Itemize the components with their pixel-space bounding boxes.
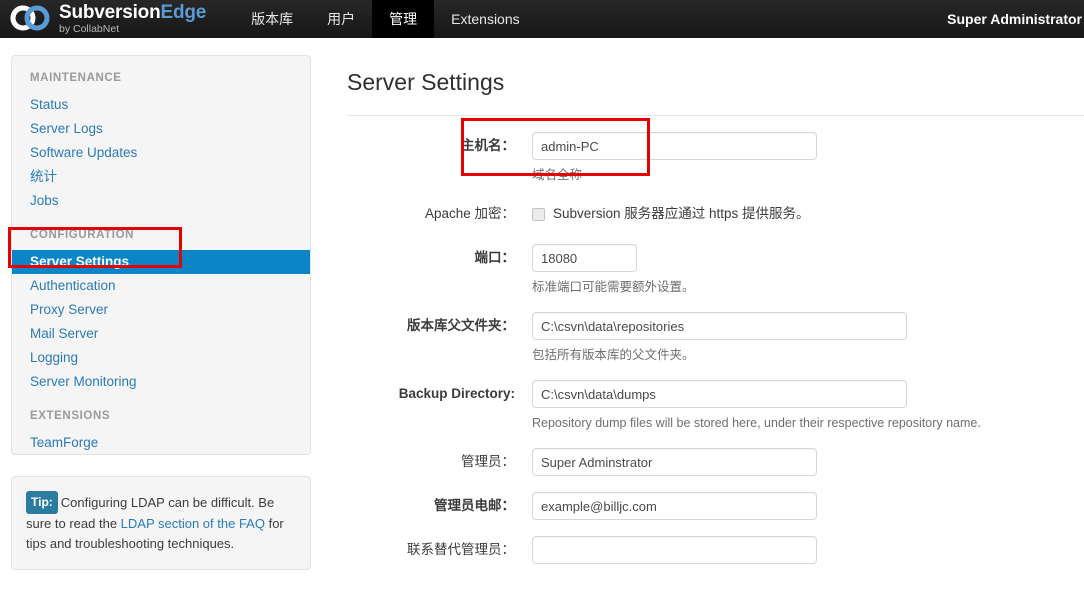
sidebar-item-server-monitoring[interactable]: Server Monitoring <box>12 370 310 394</box>
administrator-input[interactable] <box>532 448 817 476</box>
form-row-hostname: 主机名： 域名全称 <box>347 132 1084 184</box>
brand-text: SubversionEdge by CollabNet <box>59 3 206 35</box>
help-repository-parent: 包括所有版本库的父文件夹。 <box>532 348 695 362</box>
port-input[interactable] <box>532 244 637 272</box>
apache-encryption-checkbox-label: Subversion 服务器应通过 https 提供服务。 <box>553 206 810 221</box>
sidebar-group-maintenance: MAINTENANCE Status Server Logs Software … <box>12 72 310 213</box>
collabnet-rings-logo-icon <box>10 5 50 31</box>
label-administrator: 管理员： <box>461 454 515 469</box>
field-admin-email <box>532 492 1084 520</box>
form-row-port: 端口： 标准端口可能需要额外设置。 <box>347 244 1084 296</box>
sidebar-item-teamforge[interactable]: TeamForge <box>12 431 310 455</box>
label-backup-directory: Backup Directory: <box>398 386 515 401</box>
top-navigation-bar: SubversionEdge by CollabNet 版本库 用户 管理 Ex… <box>0 0 1084 38</box>
field-hostname: 域名全称 <box>532 132 1084 184</box>
sidebar-item-server-logs[interactable]: Server Logs <box>12 117 310 141</box>
alternate-administrator-input[interactable] <box>532 536 817 564</box>
label-admin-email: 管理员电邮： <box>434 498 515 513</box>
sidebar-group-extensions: EXTENSIONS TeamForge <box>12 410 310 455</box>
tip-badge: Tip: <box>26 491 58 514</box>
brand-tagline: by CollabNet <box>59 23 120 36</box>
brand-title: SubversionEdge <box>59 3 206 22</box>
apache-encryption-checkbox[interactable] <box>532 207 545 221</box>
brand-word-edge: Edge <box>160 2 207 24</box>
form-row-alternate-administrator: 联系替代管理员： <box>347 536 1084 564</box>
sidebar-item-mail-server[interactable]: Mail Server <box>12 322 310 346</box>
help-backup-directory: Repository dump files will be stored her… <box>532 416 981 430</box>
page-title: Server Settings <box>347 69 505 95</box>
top-nav-items: 版本库 用户 管理 Extensions <box>234 0 536 38</box>
backup-directory-input[interactable] <box>532 380 907 408</box>
field-apache-encryption: Subversion 服务器应通过 https 提供服务。 <box>532 200 1084 228</box>
field-repository-parent: 包括所有版本库的父文件夹。 <box>532 312 1084 364</box>
sidebar-item-authentication[interactable]: Authentication <box>12 274 310 298</box>
help-hostname: 域名全称 <box>532 168 583 182</box>
form-row-admin-email: 管理员电邮： <box>347 492 1084 520</box>
current-user-label[interactable]: Super Administrator <box>947 11 1084 27</box>
sidebar-item-server-settings[interactable]: Server Settings <box>12 250 310 274</box>
sidebar: MAINTENANCE Status Server Logs Software … <box>11 55 311 570</box>
tip-panel: Tip: Configuring LDAP can be difficult. B… <box>11 476 311 570</box>
sidebar-item-jobs[interactable]: Jobs <box>12 189 310 213</box>
label-apache-encryption: Apache 加密： <box>424 206 515 221</box>
title-divider <box>347 115 1084 116</box>
server-settings-form: 主机名： 域名全称 Apache 加密： Subversion 服务器应通过 h… <box>347 132 1084 564</box>
top-nav-extensions[interactable]: Extensions <box>434 0 536 38</box>
help-port: 标准端口可能需要额外设置。 <box>532 280 695 294</box>
main-content: Server Settings 主机名： 域名全称 Apache 加密： Sub… <box>347 55 1084 564</box>
label-port: 端口： <box>474 250 516 265</box>
field-port: 标准端口可能需要额外设置。 <box>532 244 1084 296</box>
brand-logo-area[interactable]: SubversionEdge by CollabNet <box>0 0 220 38</box>
admin-email-input[interactable] <box>532 492 817 520</box>
form-row-administrator: 管理员： <box>347 448 1084 476</box>
sidebar-group-title-configuration: CONFIGURATION <box>30 229 135 241</box>
sidebar-group-configuration: CONFIGURATION Server Settings Authentica… <box>12 229 310 394</box>
label-repository-parent: 版本库父文件夹： <box>407 318 515 333</box>
sidebar-item-status[interactable]: Status <box>12 93 310 117</box>
form-row-apache-encryption: Apache 加密： Subversion 服务器应通过 https 提供服务。 <box>347 200 1084 228</box>
sidebar-item-statistics[interactable]: 统计 <box>12 165 310 189</box>
field-administrator <box>532 448 1084 476</box>
sidebar-item-proxy-server[interactable]: Proxy Server <box>12 298 310 322</box>
sidebar-item-logging[interactable]: Logging <box>12 346 310 370</box>
field-backup-directory: Repository dump files will be stored her… <box>532 380 1084 432</box>
top-bar-user-area: Super Administrator <box>947 0 1084 38</box>
form-row-backup-directory: Backup Directory: Repository dump files … <box>347 380 1084 432</box>
apache-encryption-check-line[interactable]: Subversion 服务器应通过 https 提供服务。 <box>532 200 1084 228</box>
field-alternate-administrator <box>532 536 1084 564</box>
tip-faq-link[interactable]: LDAP section of the FAQ <box>121 516 265 531</box>
top-nav-users[interactable]: 用户 <box>310 0 372 38</box>
label-hostname: 主机名： <box>461 138 515 153</box>
hostname-input[interactable] <box>532 132 817 160</box>
sidebar-group-title-extensions: EXTENSIONS <box>30 410 111 422</box>
top-nav-repositories[interactable]: 版本库 <box>234 0 310 38</box>
repository-parent-input[interactable] <box>532 312 907 340</box>
sidebar-group-title-maintenance: MAINTENANCE <box>30 72 122 84</box>
top-nav-administration[interactable]: 管理 <box>372 0 435 38</box>
sidebar-nav-panel: MAINTENANCE Status Server Logs Software … <box>11 55 311 455</box>
sidebar-item-software-updates[interactable]: Software Updates <box>12 141 310 165</box>
brand-word-subversion: Subversion <box>59 2 161 24</box>
form-row-repository-parent: 版本库父文件夹： 包括所有版本库的父文件夹。 <box>347 312 1084 364</box>
label-alternate-administrator: 联系替代管理员： <box>407 542 515 557</box>
